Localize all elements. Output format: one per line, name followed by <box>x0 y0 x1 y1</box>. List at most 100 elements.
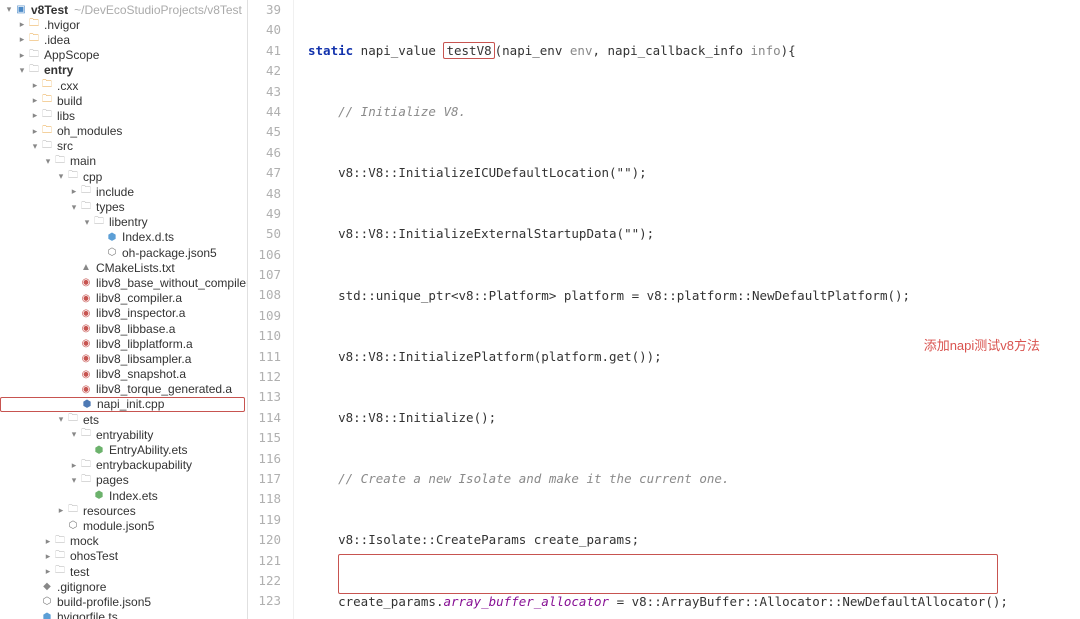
tree-item[interactable]: ▾🗀types <box>0 199 247 214</box>
expand-arrow-icon[interactable]: ▾ <box>17 65 27 76</box>
tree-item[interactable]: ⬢hvigorfile.ts <box>0 610 247 619</box>
tree-item[interactable]: ▾🗀pages <box>0 473 247 488</box>
line-number[interactable]: 40 <box>248 20 281 40</box>
expand-arrow-icon[interactable]: ▾ <box>82 217 92 228</box>
expand-arrow-icon[interactable]: ▸ <box>30 110 40 121</box>
tree-item[interactable]: ▸🗀entrybackupability <box>0 458 247 473</box>
tree-item[interactable]: ▾🗀libentry <box>0 215 247 230</box>
tree-item[interactable]: ▾🗀cpp <box>0 169 247 184</box>
tree-item[interactable]: ◉libv8_inspector.a <box>0 306 247 321</box>
expand-arrow-icon[interactable]: ▸ <box>17 34 27 45</box>
expand-arrow-icon[interactable]: ▾ <box>30 141 40 152</box>
tree-item[interactable]: ⬡module.json5 <box>0 518 247 533</box>
expand-arrow-icon[interactable]: ▾ <box>69 202 79 213</box>
line-number[interactable]: 119 <box>248 510 281 530</box>
tree-item[interactable]: ▸🗀ohosTest <box>0 549 247 564</box>
expand-arrow-icon[interactable]: ▸ <box>17 50 27 61</box>
tree-item[interactable]: ▸🗀include <box>0 184 247 199</box>
tree-item[interactable]: ⬢EntryAbility.ets <box>0 442 247 457</box>
expand-arrow-icon[interactable]: ▸ <box>56 505 66 516</box>
tree-item[interactable]: ▾🗀entryability <box>0 427 247 442</box>
expand-arrow-icon[interactable]: ▸ <box>30 126 40 137</box>
line-number[interactable]: 39 <box>248 0 281 20</box>
tree-item[interactable]: ▾🗀ets <box>0 412 247 427</box>
expand-arrow-icon[interactable]: ▸ <box>69 186 79 197</box>
line-number[interactable]: 115 <box>248 428 281 448</box>
line-number[interactable]: 122 <box>248 571 281 591</box>
expand-arrow-icon[interactable]: ▸ <box>30 80 40 91</box>
line-number[interactable]: 112 <box>248 367 281 387</box>
expand-arrow-icon[interactable]: ▾ <box>69 429 79 440</box>
expand-arrow-icon[interactable]: ▸ <box>17 19 27 30</box>
line-number[interactable]: 44 <box>248 102 281 122</box>
tree-item[interactable]: ⬢Index.d.ts <box>0 230 247 245</box>
tree-item[interactable]: ◉libv8_base_without_compiler.a <box>0 275 247 290</box>
tree-item[interactable]: ▸🗀test <box>0 564 247 579</box>
expand-arrow-icon[interactable]: ▸ <box>43 536 53 547</box>
tree-item[interactable]: ▸🗀.idea <box>0 32 247 47</box>
line-number[interactable]: 48 <box>248 184 281 204</box>
line-number[interactable]: 43 <box>248 82 281 102</box>
tree-item[interactable]: ◉libv8_libplatform.a <box>0 336 247 351</box>
code-editor[interactable]: 3940414243444546474849501061071081091101… <box>248 0 1080 619</box>
line-number[interactable]: 106 <box>248 245 281 265</box>
line-number[interactable]: 118 <box>248 489 281 509</box>
line-number[interactable]: 45 <box>248 122 281 142</box>
expand-arrow-icon[interactable]: ▸ <box>43 566 53 577</box>
line-number[interactable]: 50 <box>248 224 281 244</box>
tree-item[interactable]: ◉libv8_libsampler.a <box>0 351 247 366</box>
expand-arrow-icon[interactable]: ▾ <box>69 475 79 486</box>
tree-item[interactable]: ▸🗀oh_modules <box>0 124 247 139</box>
tree-item[interactable]: ⬢Index.ets <box>0 488 247 503</box>
tree-item[interactable]: ▸🗀AppScope <box>0 48 247 63</box>
tree-item[interactable]: ⬢napi_init.cpp <box>0 397 245 412</box>
line-number[interactable]: 41 <box>248 41 281 61</box>
line-number[interactable]: 117 <box>248 469 281 489</box>
tree-item-label: module.json5 <box>83 519 154 533</box>
line-number[interactable]: 110 <box>248 326 281 346</box>
tree-item[interactable]: ▾▣v8Test~/DevEcoStudioProjects/v8Test <box>0 2 247 17</box>
expand-arrow-icon[interactable]: ▸ <box>69 460 79 471</box>
tree-item[interactable]: ◉libv8_compiler.a <box>0 291 247 306</box>
line-number[interactable]: 109 <box>248 306 281 326</box>
line-number[interactable]: 47 <box>248 163 281 183</box>
tree-item[interactable]: ▸🗀libs <box>0 108 247 123</box>
line-number[interactable]: 120 <box>248 530 281 550</box>
expand-arrow-icon[interactable]: ▾ <box>43 156 53 167</box>
tree-item[interactable]: ▸🗀build <box>0 93 247 108</box>
expand-arrow-icon[interactable]: ▾ <box>56 171 66 182</box>
code-area[interactable]: static napi_value testV8(napi_env env, n… <box>294 0 1080 619</box>
tree-item[interactable]: ▸🗀resources <box>0 503 247 518</box>
tree-item[interactable]: ⬡build-profile.json5 <box>0 594 247 609</box>
tree-item[interactable]: ◆.gitignore <box>0 579 247 594</box>
tree-item[interactable]: ◉libv8_snapshot.a <box>0 367 247 382</box>
line-number[interactable]: 108 <box>248 285 281 305</box>
line-number[interactable]: 49 <box>248 204 281 224</box>
tree-item[interactable]: ▸🗀.hvigor <box>0 17 247 32</box>
line-number[interactable]: 123 <box>248 591 281 611</box>
expand-arrow-icon[interactable]: ▸ <box>30 95 40 106</box>
expand-arrow-icon[interactable]: ▾ <box>4 4 14 15</box>
tree-item[interactable]: ▸🗀.cxx <box>0 78 247 93</box>
line-number[interactable]: 114 <box>248 408 281 428</box>
tree-item[interactable]: ◉libv8_libbase.a <box>0 321 247 336</box>
expand-arrow-icon[interactable]: ▸ <box>43 551 53 562</box>
tree-item-label: cpp <box>83 170 102 184</box>
tree-item[interactable]: ▾🗀src <box>0 139 247 154</box>
line-number[interactable]: 46 <box>248 143 281 163</box>
tree-item[interactable]: ▾🗀entry <box>0 63 247 78</box>
folder-icon: 🗀 <box>79 185 93 199</box>
line-number[interactable]: 113 <box>248 387 281 407</box>
expand-arrow-icon[interactable]: ▾ <box>56 414 66 425</box>
tree-item[interactable]: ▲CMakeLists.txt <box>0 260 247 275</box>
line-number[interactable]: 121 <box>248 551 281 571</box>
tree-item[interactable]: ◉libv8_torque_generated.a <box>0 382 247 397</box>
tree-item[interactable]: ▾🗀main <box>0 154 247 169</box>
line-number[interactable]: 107 <box>248 265 281 285</box>
line-number[interactable]: 42 <box>248 61 281 81</box>
line-number[interactable]: 116 <box>248 449 281 469</box>
project-tree[interactable]: ▾▣v8Test~/DevEcoStudioProjects/v8Test▸🗀.… <box>0 0 248 619</box>
line-number[interactable]: 111 <box>248 347 281 367</box>
tree-item[interactable]: ⬡oh-package.json5 <box>0 245 247 260</box>
tree-item[interactable]: ▸🗀mock <box>0 534 247 549</box>
